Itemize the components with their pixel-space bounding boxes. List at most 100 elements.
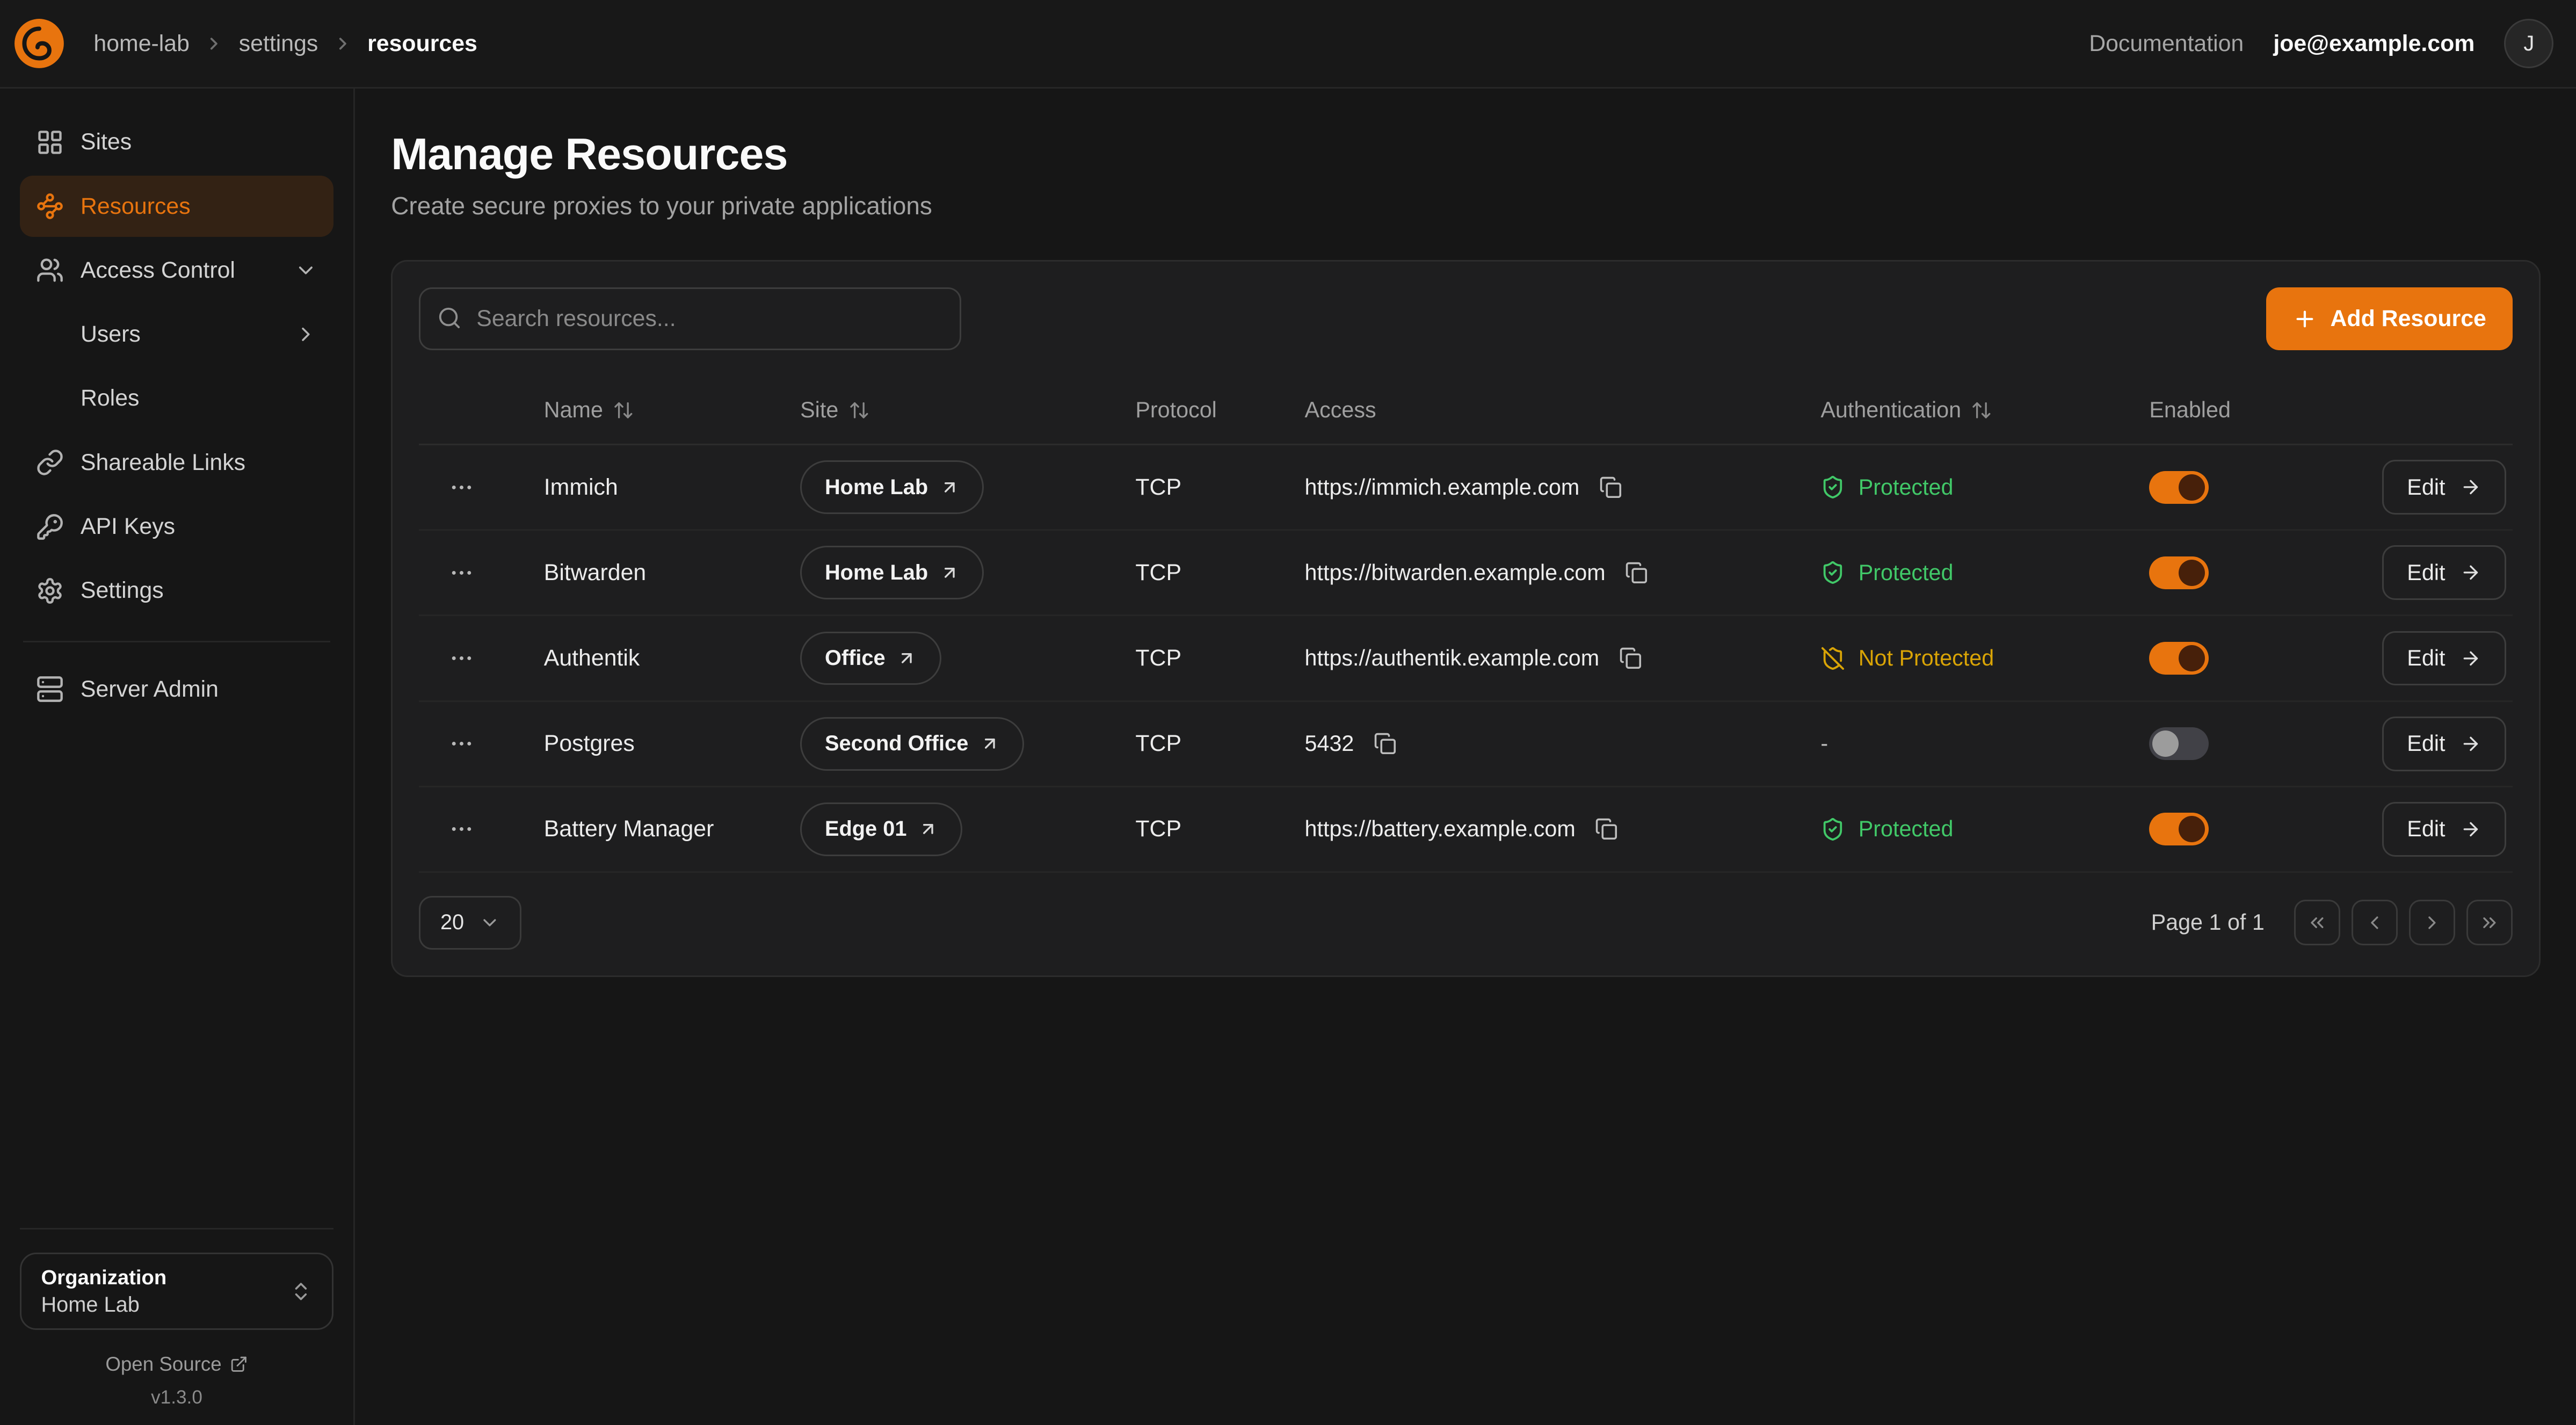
arrow-right-icon (2460, 819, 2481, 840)
sidebar-item-label: Roles (81, 385, 140, 411)
column-protocol: Protocol (1135, 397, 1304, 423)
search-input[interactable] (419, 287, 961, 350)
sidebar-divider (23, 641, 330, 642)
site-link-button[interactable]: Office (800, 632, 941, 685)
copy-button[interactable] (1616, 643, 1645, 673)
copy-button[interactable] (1596, 473, 1626, 502)
edit-label: Edit (2407, 475, 2445, 500)
avatar[interactable]: J (2504, 19, 2553, 68)
edit-button[interactable]: Edit (2382, 631, 2506, 686)
edit-button[interactable]: Edit (2382, 717, 2506, 771)
external-link-icon (230, 1355, 248, 1373)
edit-label: Edit (2407, 731, 2445, 756)
last-page-button[interactable] (2466, 900, 2513, 946)
toggle-knob (2179, 816, 2205, 842)
column-authentication[interactable]: Authentication (1820, 397, 2149, 423)
breadcrumb-settings[interactable]: settings (239, 31, 318, 57)
sidebar-item-label: Access Control (81, 257, 235, 284)
ellipsis-icon (448, 816, 475, 842)
table-row: Bitwarden Home Lab TCP https://bitwarden… (419, 531, 2513, 616)
site-link-button[interactable]: Home Lab (800, 546, 984, 599)
row-actions-button[interactable] (442, 809, 481, 849)
open-source-link[interactable]: Open Source (20, 1353, 334, 1376)
breadcrumb-resources[interactable]: resources (367, 31, 477, 57)
ellipsis-icon (448, 474, 475, 501)
sidebar-item-api-keys[interactable]: API Keys (20, 496, 334, 557)
chevron-down-icon (479, 912, 500, 934)
protocol-value: TCP (1135, 816, 1181, 842)
toggle-knob (2179, 474, 2205, 501)
enabled-toggle[interactable] (2149, 556, 2208, 589)
enabled-toggle[interactable] (2149, 471, 2208, 504)
copy-button[interactable] (1370, 729, 1400, 758)
shield-off-icon (1820, 646, 1845, 671)
sidebar-item-label: Users (81, 321, 141, 348)
row-actions-button[interactable] (442, 468, 481, 507)
site-name: Edge 01 (825, 817, 907, 841)
row-actions-button[interactable] (442, 553, 481, 592)
chevron-right-icon (2421, 912, 2443, 934)
sidebar-item-label: Shareable Links (81, 450, 245, 476)
copy-icon (1625, 561, 1648, 584)
grid-icon (36, 128, 64, 156)
site-link-button[interactable]: Edge 01 (800, 802, 962, 856)
documentation-link[interactable]: Documentation (2089, 31, 2244, 57)
copy-icon (1374, 732, 1397, 755)
edit-label: Edit (2407, 560, 2445, 585)
enabled-toggle[interactable] (2149, 813, 2208, 845)
column-name[interactable]: Name (544, 397, 800, 423)
table-row: Immich Home Lab TCP https://immich.examp… (419, 445, 2513, 531)
resources-card: Add Resource Name Site Protocol (391, 260, 2541, 978)
access-url: 5432 (1305, 731, 1354, 756)
copy-button[interactable] (1622, 558, 1651, 588)
protocol-value: TCP (1135, 474, 1181, 501)
sidebar-item-label: Server Admin (81, 676, 219, 703)
copy-icon (1595, 818, 1618, 841)
sidebar-item-users[interactable]: Users (20, 304, 334, 365)
row-actions-button[interactable] (442, 639, 481, 678)
auth-status: Not Protected (1859, 646, 1994, 671)
edit-button[interactable]: Edit (2382, 460, 2506, 515)
ellipsis-icon (448, 645, 475, 671)
chevron-left-icon (2364, 912, 2385, 934)
site-link-button[interactable]: Second Office (800, 717, 1024, 771)
pangolin-logo[interactable] (13, 17, 66, 70)
ellipsis-icon (448, 560, 475, 586)
sidebar-item-access-control[interactable]: Access Control (20, 240, 334, 301)
user-email[interactable]: joe@example.com (2273, 31, 2475, 57)
page-size-select[interactable]: 20 (419, 896, 521, 950)
column-site[interactable]: Site (800, 397, 1135, 423)
first-page-button[interactable] (2294, 900, 2340, 946)
sidebar-item-server-admin[interactable]: Server Admin (20, 659, 334, 720)
organization-selector[interactable]: Organization Home Lab (20, 1253, 334, 1330)
enabled-toggle[interactable] (2149, 642, 2208, 675)
enabled-toggle[interactable] (2149, 727, 2208, 760)
edit-button[interactable]: Edit (2382, 545, 2506, 600)
auth-status: Protected (1859, 816, 1954, 842)
sidebar-item-shareable-links[interactable]: Shareable Links (20, 432, 334, 493)
chevron-right-icon (294, 323, 317, 346)
edit-button[interactable]: Edit (2382, 802, 2506, 857)
site-link-button[interactable]: Home Lab (800, 460, 984, 514)
key-icon (36, 513, 64, 541)
sidebar-footer: Organization Home Lab Open Source v1.3.0 (20, 1228, 334, 1408)
add-resource-button[interactable]: Add Resource (2266, 287, 2513, 350)
access-url: https://bitwarden.example.com (1305, 560, 1606, 585)
table-row: Battery Manager Edge 01 TCP https://batt… (419, 787, 2513, 873)
previous-page-button[interactable] (2352, 900, 2398, 946)
page-info: Page 1 of 1 (2151, 910, 2265, 935)
arrow-up-right-icon (897, 648, 917, 668)
chevrons-up-down-icon (289, 1280, 313, 1303)
sidebar-item-sites[interactable]: Sites (20, 112, 334, 172)
breadcrumb-org[interactable]: home-lab (93, 31, 190, 57)
next-page-button[interactable] (2409, 900, 2455, 946)
resource-name: Postgres (544, 730, 635, 757)
row-actions-button[interactable] (442, 724, 481, 763)
waypoints-icon (36, 192, 64, 220)
copy-button[interactable] (1592, 814, 1621, 844)
sidebar-item-settings[interactable]: Settings (20, 560, 334, 621)
sidebar-item-roles[interactable]: Roles (20, 368, 334, 429)
arrow-right-icon (2460, 733, 2481, 755)
sidebar-item-resources[interactable]: Resources (20, 176, 334, 236)
site-name: Second Office (825, 732, 968, 756)
